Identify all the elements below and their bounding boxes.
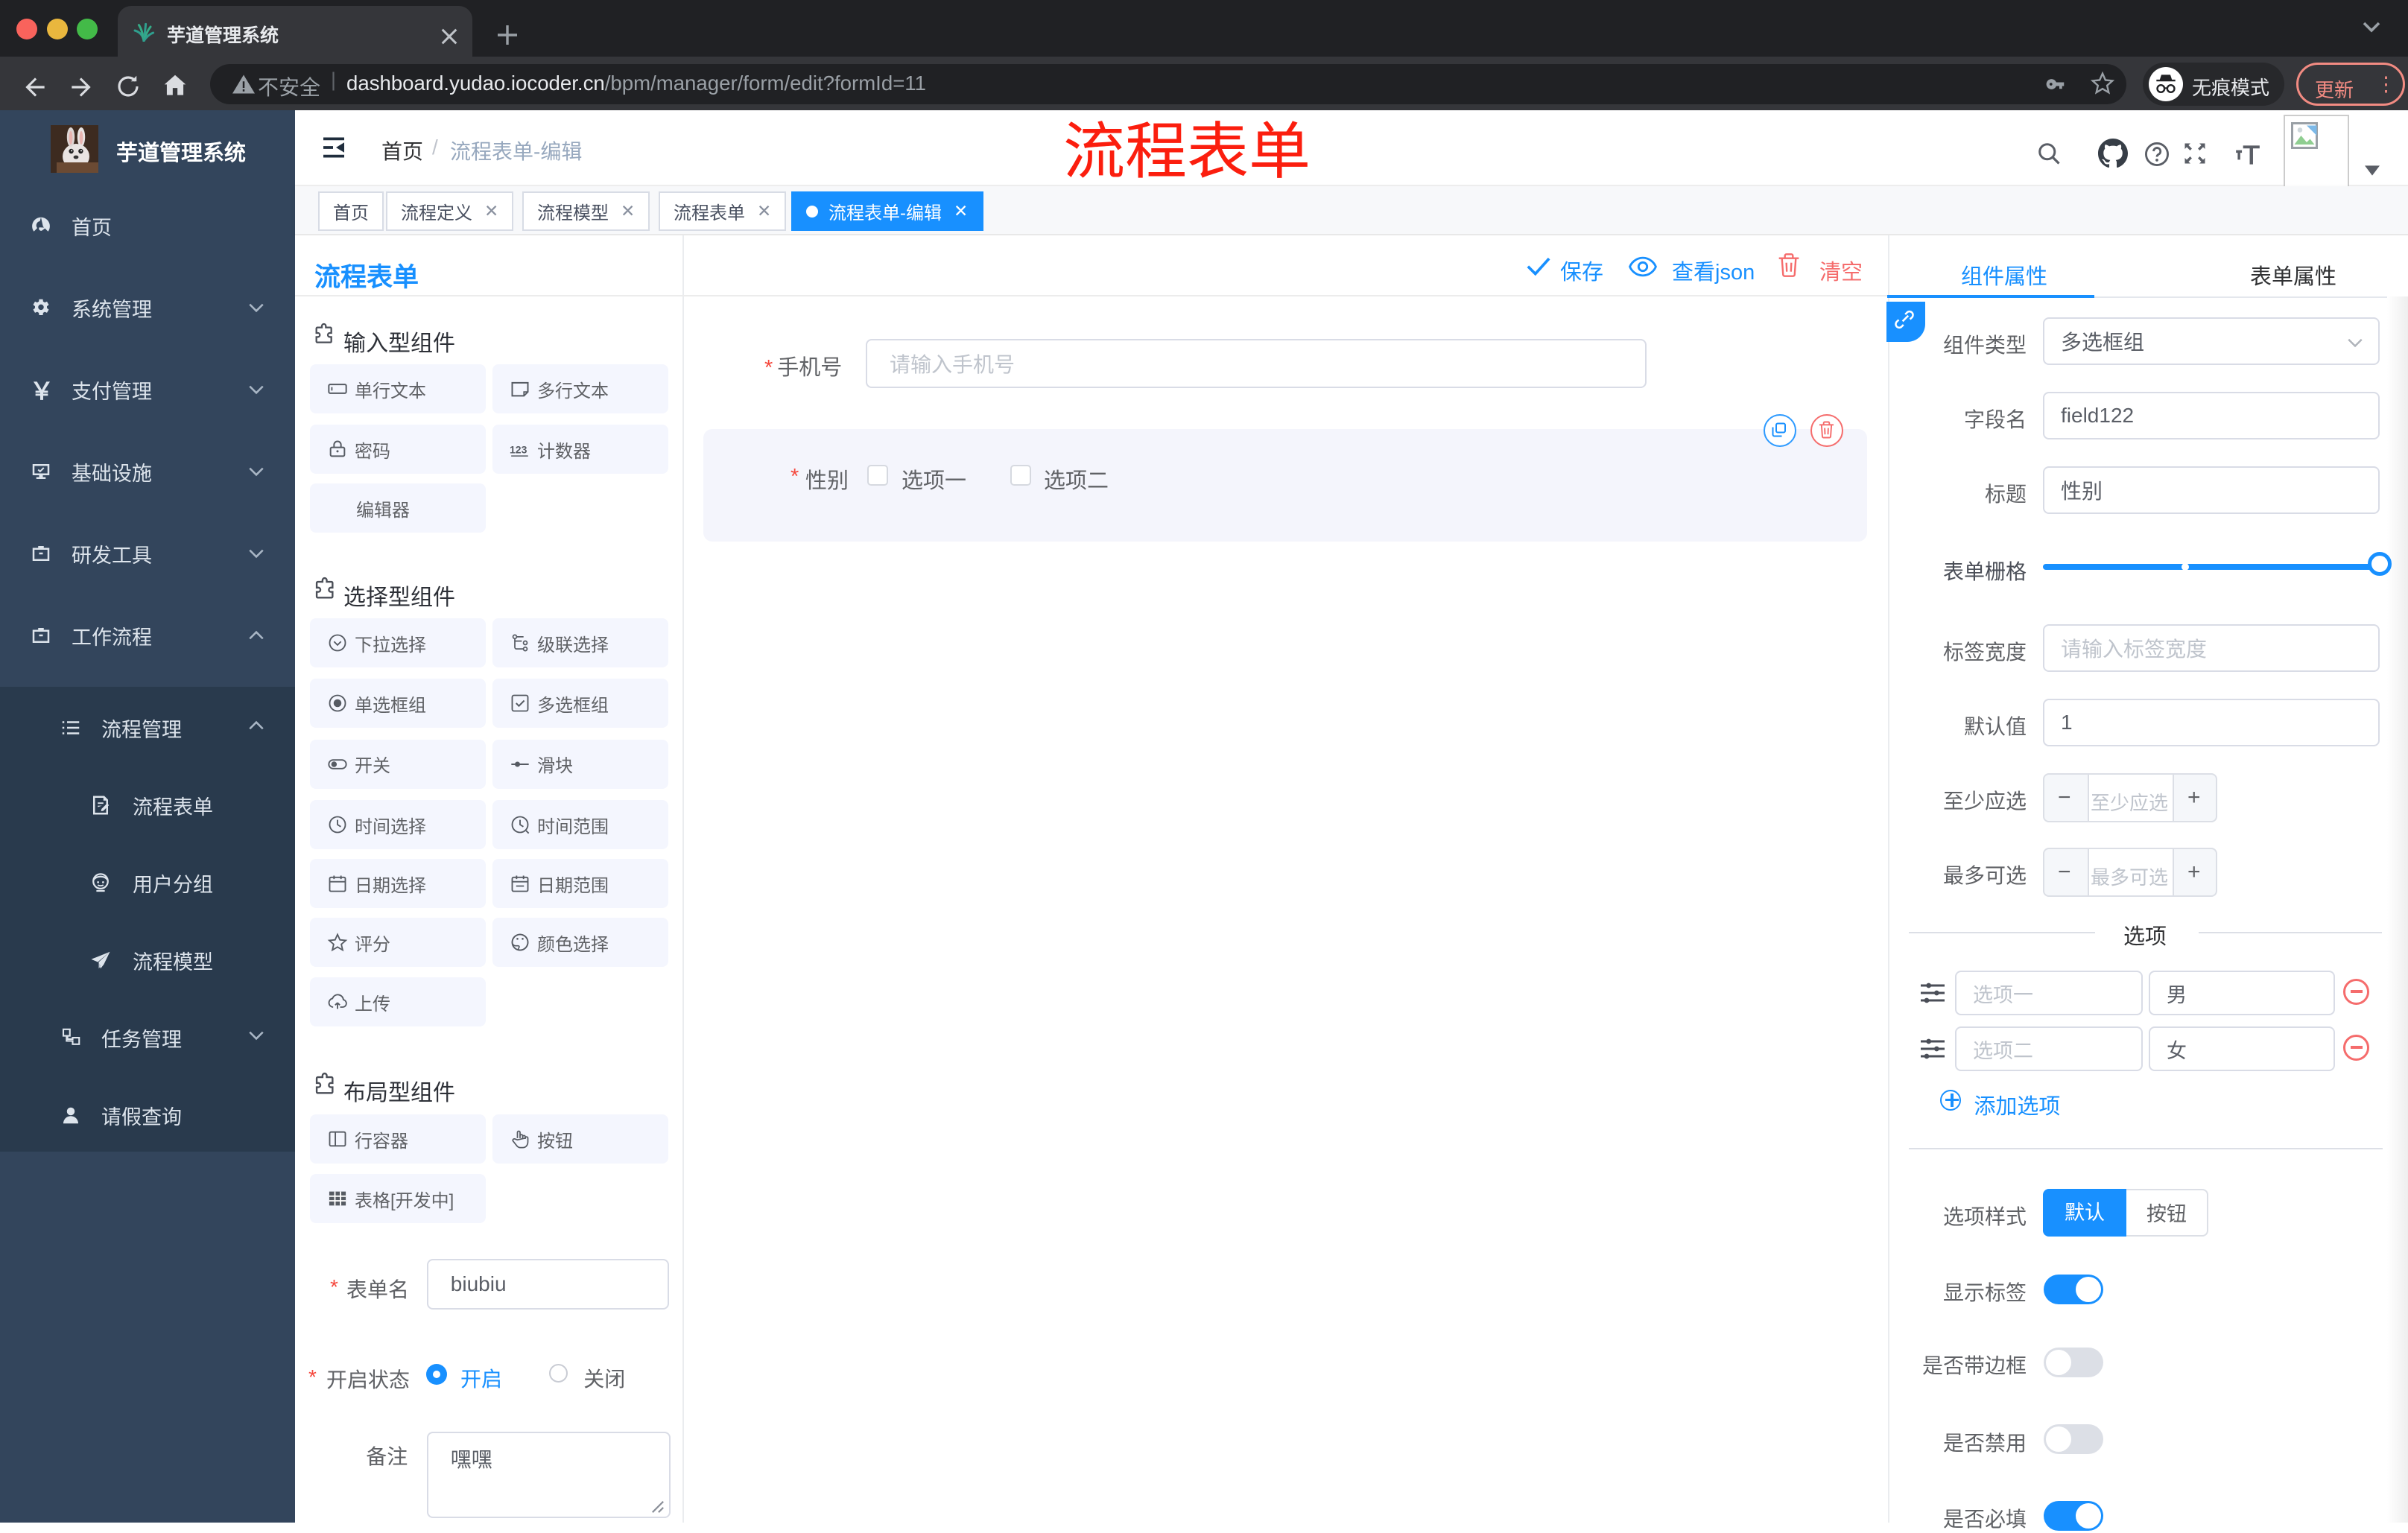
svg-text:123: 123 — [510, 443, 527, 455]
